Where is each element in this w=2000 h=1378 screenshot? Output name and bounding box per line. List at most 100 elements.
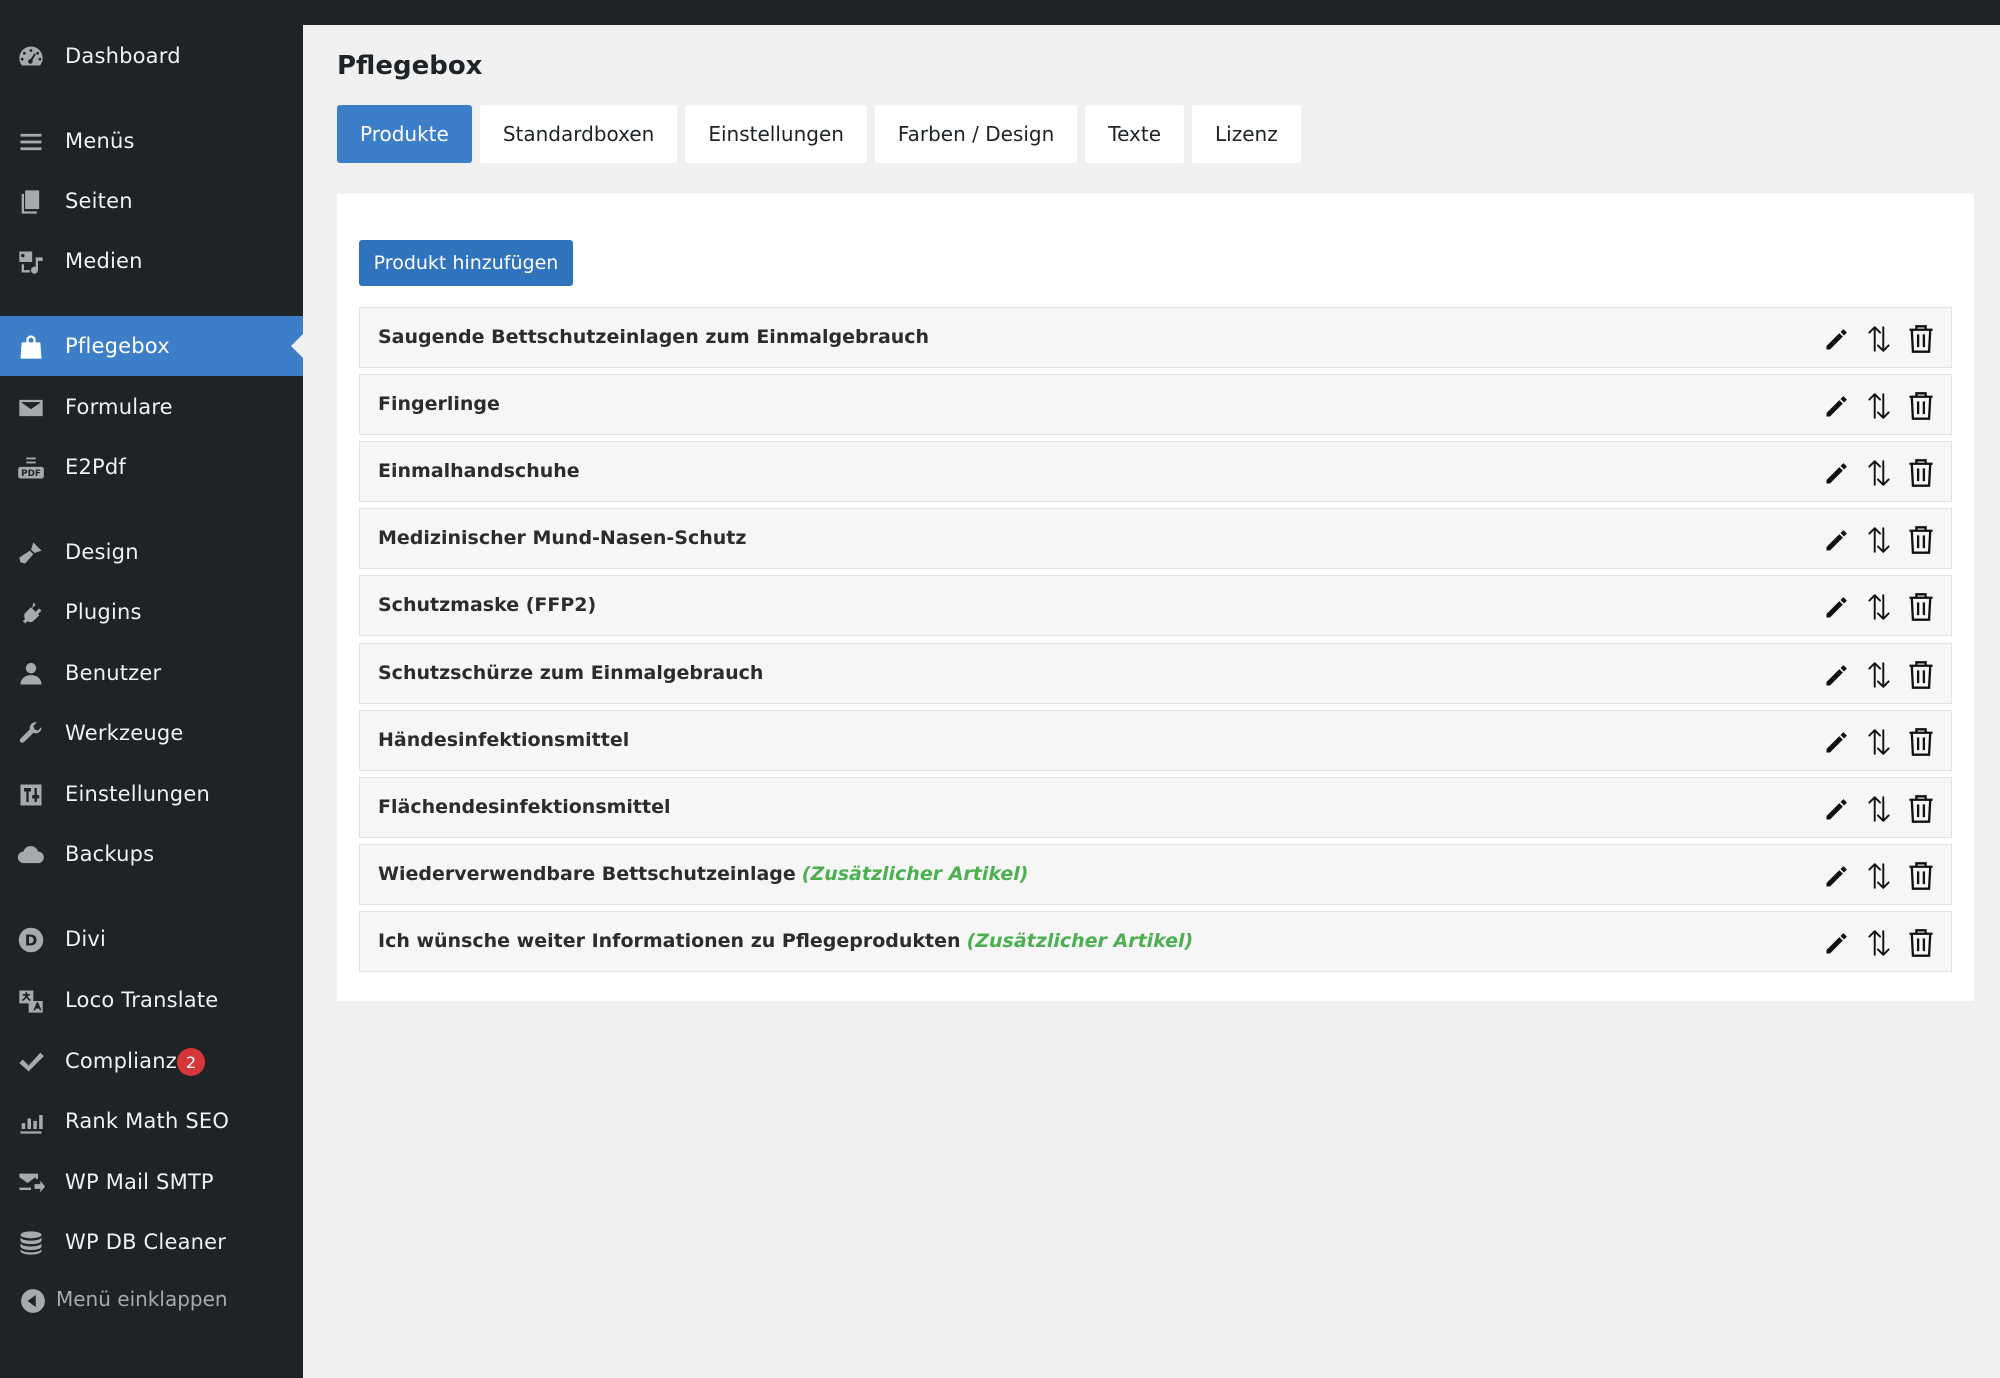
sidebar-item-benutzer[interactable]: Benutzer <box>0 643 303 703</box>
product-row[interactable]: Flächendesinfektionsmittel <box>359 776 1952 838</box>
edit-icon[interactable] <box>1822 927 1852 959</box>
product-name: Fingerlinge <box>378 393 500 416</box>
edit-icon[interactable] <box>1822 726 1852 758</box>
sidebar-item-label: WP Mail SMTP <box>65 1170 214 1194</box>
reorder-icon[interactable] <box>1864 457 1894 489</box>
edit-icon[interactable] <box>1822 524 1852 556</box>
chart-icon <box>16 1107 46 1137</box>
product-row[interactable]: Ich wünsche weiter Informationen zu Pfle… <box>359 910 1952 972</box>
sidebar-item-label: Design <box>65 540 139 564</box>
sidebar-item-pflegebox[interactable]: Pflegebox <box>0 316 303 376</box>
tab-farben-design[interactable]: Farben / Design <box>874 105 1078 163</box>
media-icon <box>16 247 46 277</box>
product-row[interactable]: Schutzmaske (FFP2) <box>359 575 1952 637</box>
reorder-icon[interactable] <box>1864 793 1894 825</box>
product-row[interactable]: Saugende Bettschutzeinlagen zum Einmalge… <box>359 307 1952 368</box>
sidebar-item-label: Loco Translate <box>65 988 219 1012</box>
sidebar-item-loco-translate[interactable]: Loco Translate <box>0 970 303 1030</box>
reorder-icon[interactable] <box>1864 524 1894 556</box>
reorder-icon[interactable] <box>1864 726 1894 758</box>
product-name: Schutzmaske (FFP2) <box>378 594 597 617</box>
sidebar-item-label: Complianz <box>65 1049 177 1073</box>
reorder-icon[interactable] <box>1864 390 1894 422</box>
sidebar-item-wp-mail-smtp[interactable]: WP Mail SMTP <box>0 1152 303 1212</box>
tab-texte[interactable]: Texte <box>1085 105 1185 163</box>
product-title: Ich wünsche weiter Informationen zu Pfle… <box>378 930 1193 952</box>
trash-icon[interactable] <box>1906 524 1936 556</box>
sidebar-item-pages[interactable]: Seiten <box>0 171 303 231</box>
trash-icon[interactable] <box>1906 323 1936 355</box>
translate-icon <box>16 986 46 1016</box>
cloud-icon <box>16 840 46 870</box>
sidebar-item-divi[interactable]: D Divi <box>0 909 303 969</box>
product-row[interactable]: Wiederverwendbare Bettschutzeinlage (Zusä… <box>359 843 1952 905</box>
trash-icon[interactable] <box>1906 591 1936 623</box>
collapse-arrow-icon <box>20 1288 46 1314</box>
envelope-icon <box>16 393 46 423</box>
trash-icon[interactable] <box>1906 860 1936 892</box>
edit-icon[interactable] <box>1822 390 1852 422</box>
sidebar-item-design[interactable]: Design <box>0 522 303 582</box>
edit-icon[interactable] <box>1822 591 1852 623</box>
dashboard-icon <box>16 42 46 72</box>
sidebar-item-formulare[interactable]: Formulare <box>0 377 303 437</box>
sidebar-item-label: Seiten <box>65 189 133 213</box>
product-row[interactable]: Fingerlinge <box>359 374 1952 436</box>
sidebar-item-e2pdf[interactable]: PDF E2Pdf <box>0 437 303 497</box>
edit-icon[interactable] <box>1822 793 1852 825</box>
sidebar-item-wp-db-cleaner[interactable]: WP DB Cleaner <box>0 1212 303 1272</box>
svg-text:D: D <box>25 932 38 950</box>
product-row[interactable]: Schutzschürze zum Einmalgebrauch <box>359 642 1952 704</box>
sidebar-item-werkzeuge[interactable]: Werkzeuge <box>0 703 303 763</box>
reorder-icon[interactable] <box>1864 323 1894 355</box>
product-row[interactable]: Medizinischer Mund-Nasen-Schutz <box>359 508 1952 570</box>
product-title: Saugende Bettschutzeinlagen zum Einmalge… <box>378 326 929 348</box>
sidebar-item-label: Formulare <box>65 395 173 419</box>
page-title: Pflegebox <box>337 51 483 81</box>
sidebar-item-label: WP DB Cleaner <box>65 1230 227 1254</box>
sidebar-item-plugins[interactable]: Plugins <box>0 582 303 642</box>
edit-icon[interactable] <box>1822 860 1852 892</box>
reorder-icon[interactable] <box>1864 927 1894 959</box>
reorder-icon[interactable] <box>1864 591 1894 623</box>
sidebar-item-einstellungen[interactable]: Einstellungen <box>0 764 303 824</box>
sidebar-item-complianz[interactable]: Complianz 2 <box>0 1031 303 1091</box>
collapse-menu-button[interactable]: Menü einklappen <box>0 1280 303 1320</box>
product-name: Saugende Bettschutzeinlagen zum Einmalge… <box>378 326 930 348</box>
edit-icon[interactable] <box>1822 659 1852 691</box>
reorder-icon[interactable] <box>1864 860 1894 892</box>
sidebar-item-media[interactable]: Medien <box>0 231 303 291</box>
tab-lizenz[interactable]: Lizenz <box>1192 105 1301 163</box>
shopping-bag-icon <box>16 332 46 362</box>
product-name: Ich wünsche weiter Informationen zu Pfle… <box>378 929 961 952</box>
sidebar-item-label: Plugins <box>65 600 142 624</box>
tab-produkte[interactable]: Produkte <box>337 105 472 163</box>
tab-standardboxen[interactable]: Standardboxen <box>479 105 678 163</box>
database-icon <box>16 1228 46 1258</box>
trash-icon[interactable] <box>1906 457 1936 489</box>
svg-text:PDF: PDF <box>21 469 41 479</box>
trash-icon[interactable] <box>1906 726 1936 758</box>
sidebar-item-rank-math-seo[interactable]: Rank Math SEO <box>0 1091 303 1151</box>
sidebar-item-label: Divi <box>65 927 107 951</box>
sidebar-item-backups[interactable]: Backups <box>0 824 303 884</box>
reorder-icon[interactable] <box>1864 659 1894 691</box>
trash-icon[interactable] <box>1906 793 1936 825</box>
products-panel: Produkt hinzufügen Saugende Bettschutzei… <box>337 194 1974 1001</box>
edit-icon[interactable] <box>1822 457 1852 489</box>
product-row[interactable]: Händesinfektionsmittel <box>359 709 1952 771</box>
product-title: Einmalhandschuhe <box>378 460 580 482</box>
trash-icon[interactable] <box>1906 927 1936 959</box>
product-name: Händesinfektionsmittel <box>378 728 630 751</box>
product-row[interactable]: Einmalhandschuhe <box>359 441 1952 503</box>
trash-icon[interactable] <box>1906 659 1936 691</box>
menu-lines-icon <box>16 127 46 157</box>
trash-icon[interactable] <box>1906 390 1936 422</box>
mail-send-icon <box>16 1168 46 1198</box>
add-product-button[interactable]: Produkt hinzufügen <box>359 240 573 286</box>
sidebar-item-label: Menüs <box>65 129 135 153</box>
sidebar-item-menus[interactable]: Menüs <box>0 111 303 171</box>
sidebar-item-dashboard[interactable]: Dashboard <box>0 26 303 86</box>
tab-einstellungen[interactable]: Einstellungen <box>685 105 867 163</box>
edit-icon[interactable] <box>1822 323 1852 355</box>
